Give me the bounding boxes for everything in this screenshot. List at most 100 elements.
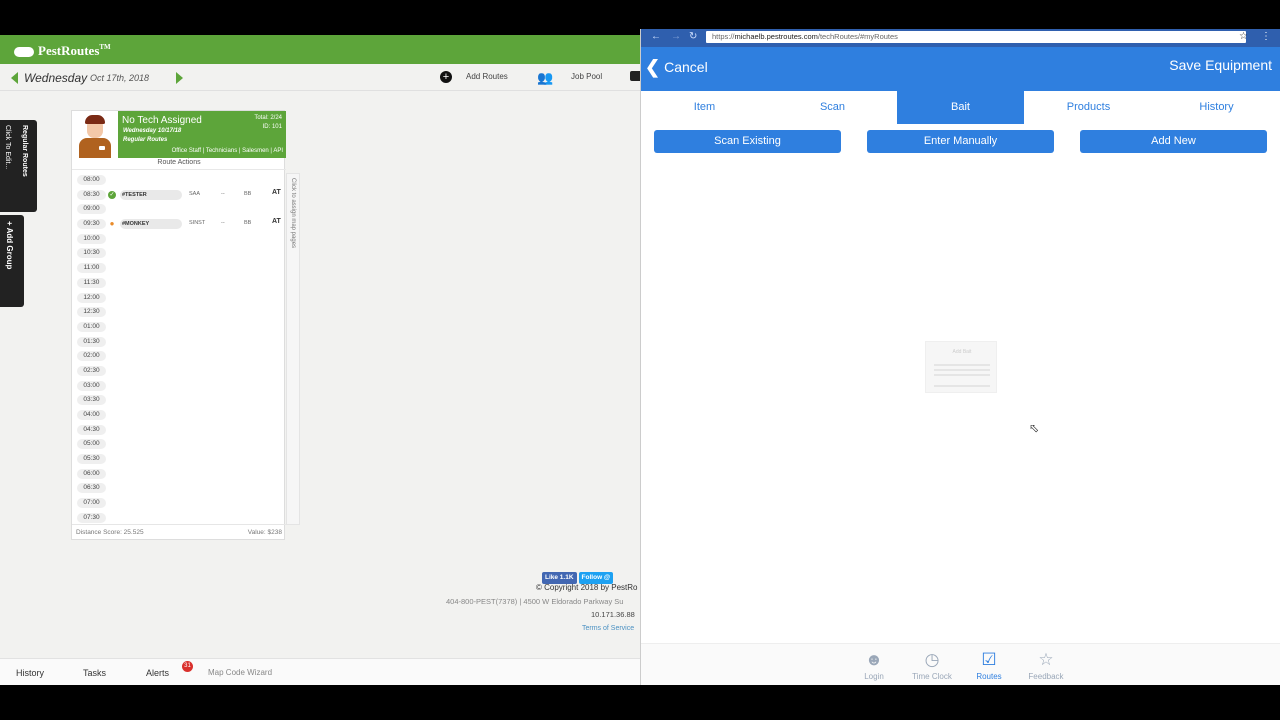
time-slot-label: 05:30: [77, 454, 106, 465]
enter-manually-button[interactable]: Enter Manually: [867, 130, 1054, 153]
brand-name: PestRoutes: [38, 43, 100, 58]
click-to-edit-label: Click To Edit...: [4, 125, 11, 170]
map-code-wizard-nav-item[interactable]: Map Code Wizard: [208, 668, 272, 677]
add-group-tab[interactable]: + Add Group: [0, 215, 24, 307]
route-actions-button[interactable]: Route Actions: [72, 159, 286, 170]
routes-tab[interactable]: ☑ Routes: [964, 650, 1014, 681]
appointment-code: SAA: [189, 190, 201, 197]
route-id: ID: 101: [262, 124, 282, 130]
appointment-customer[interactable]: #TESTER: [120, 189, 182, 200]
time-slot-label: 02:30: [77, 365, 106, 376]
trademark: TM: [99, 43, 111, 51]
feedback-tab[interactable]: ☆ Feedback: [1021, 650, 1071, 681]
tab-products[interactable]: Products: [1025, 91, 1152, 124]
terms-link[interactable]: Terms of Service: [582, 625, 634, 632]
time-slot-label: 07:30: [77, 512, 106, 523]
time-slot-row[interactable]: 01:00: [75, 320, 283, 335]
time-slot-label: 04:00: [77, 410, 106, 420]
social-buttons: Like 1.1K Follow @: [542, 566, 615, 584]
add-new-button[interactable]: Add New: [1080, 130, 1267, 153]
time-slot-row[interactable]: 10:00: [75, 232, 283, 247]
bottom-nav: History Tasks Alerts 31 Map Code Wizard: [0, 658, 640, 685]
save-equipment-button[interactable]: Save Equipment: [1169, 57, 1272, 73]
time-slot-label: 10:30: [77, 248, 106, 259]
truck-icon[interactable]: [630, 71, 640, 81]
group-people-icon[interactable]: 👥: [537, 70, 553, 86]
next-day-arrow-icon[interactable]: [176, 72, 183, 84]
app-header: ❮ Cancel Save Equipment: [641, 47, 1280, 91]
previous-day-arrow-icon[interactable]: [11, 72, 18, 84]
time-slot-list: 08:00 08:30 ✓ #TESTER SAA -- BB AT 09:00 09:30 ● #M…: [75, 173, 283, 526]
time-slot-row[interactable]: 12:00: [75, 291, 283, 306]
back-arrow-icon[interactable]: ←: [651, 31, 661, 42]
alerts-nav-item[interactable]: Alerts: [146, 668, 169, 678]
add-group-label: + Add Group: [5, 221, 14, 270]
time-clock-tab[interactable]: ◷ Time Clock: [907, 650, 957, 681]
distance-score: Distance Score: 25.525: [76, 529, 144, 536]
time-slot-row[interactable]: 04:00: [75, 408, 283, 423]
time-slot-row[interactable]: 02:00: [75, 349, 283, 364]
time-slot-row[interactable]: 07:00: [75, 496, 283, 511]
route-value: Value: $238: [247, 529, 282, 536]
time-slot-row[interactable]: 12:30: [75, 305, 283, 320]
appointment-customer[interactable]: #MONKEY: [120, 219, 182, 230]
tech-name: No Tech Assigned: [122, 115, 202, 126]
time-slot-label: 01:30: [77, 336, 106, 347]
tab-scan[interactable]: Scan: [769, 91, 896, 124]
fading-dialog: Add Bait: [925, 341, 997, 393]
time-slot-row[interactable]: 09:30 ● #MONKEY SINST -- BB AT: [75, 217, 283, 232]
time-slot-row[interactable]: 06:00: [75, 467, 283, 482]
route-card-header[interactable]: No Tech Assigned Wednesday 10/17/18 Regu…: [72, 111, 286, 158]
clock-icon: ◷: [924, 650, 940, 669]
cancel-button[interactable]: ❮ Cancel: [645, 57, 708, 78]
bookmark-star-icon[interactable]: ☆: [1239, 31, 1248, 42]
appointment-type: BB: [244, 220, 252, 227]
appointment-dash: --: [221, 190, 225, 197]
plus-circle-icon[interactable]: +: [440, 71, 452, 83]
job-pool-button[interactable]: Job Pool: [571, 72, 602, 81]
map-assign-handle[interactable]: Click to assign map pages: [286, 173, 300, 525]
time-slot-row[interactable]: 05:00: [75, 437, 283, 452]
time-slot-row[interactable]: 03:30: [75, 393, 283, 408]
mobile-tab-bar: ☻ Login ◷ Time Clock ☑ Routes ☆ Feedback: [641, 643, 1280, 685]
time-slot-label: 11:00: [77, 263, 106, 274]
time-slot-row[interactable]: 09:00: [75, 202, 283, 217]
time-slot-label: 04:30: [77, 424, 106, 435]
tasks-nav-item[interactable]: Tasks: [83, 668, 106, 678]
forward-arrow-icon[interactable]: →: [671, 31, 681, 42]
time-slot-row[interactable]: 05:30: [75, 452, 283, 467]
time-slot-row[interactable]: 04:30: [75, 423, 283, 438]
time-slot-row[interactable]: 03:00: [75, 379, 283, 394]
feedback-tab-label: Feedback: [1028, 672, 1064, 681]
pestroutes-logo[interactable]: PestRoutesTM: [14, 43, 111, 59]
history-nav-item[interactable]: History: [16, 668, 44, 678]
tab-item[interactable]: Item: [641, 91, 768, 124]
tab-history[interactable]: History: [1153, 91, 1280, 124]
time-slot-row[interactable]: 06:30: [75, 481, 283, 496]
reload-icon[interactable]: ↻: [689, 31, 697, 42]
time-slot-row[interactable]: 01:30: [75, 335, 283, 350]
login-tab[interactable]: ☻ Login: [849, 650, 899, 681]
time-slot-row[interactable]: 02:30: [75, 364, 283, 379]
time-slot-row[interactable]: 08:00: [75, 173, 283, 188]
time-slot-row[interactable]: 11:00: [75, 261, 283, 276]
time-slot-label: 03:00: [77, 380, 106, 391]
time-slot-row[interactable]: 08:30 ✓ #TESTER SAA -- BB AT: [75, 188, 283, 203]
add-routes-button[interactable]: Add Routes: [466, 72, 508, 81]
map-pin-icon: ●: [109, 219, 115, 229]
time-slot-label: 09:30: [77, 219, 106, 230]
time-slot-label: 09:00: [77, 204, 106, 215]
scan-existing-button[interactable]: Scan Existing: [654, 130, 841, 153]
appointment-type: BB: [244, 190, 252, 197]
time-slot-label: 05:00: [77, 439, 106, 450]
avatar: [72, 111, 118, 158]
date-bar: Wednesday Oct 17th, 2018 + Add Routes 👥 …: [0, 64, 640, 91]
clipboard-check-icon: ☑: [981, 650, 997, 669]
tab-bait[interactable]: Bait: [897, 91, 1024, 124]
time-slot-row[interactable]: 11:30: [75, 276, 283, 291]
regular-routes-tab[interactable]: Regular Routes Click To Edit...: [0, 120, 37, 212]
menu-kebab-icon[interactable]: ⋮: [1261, 31, 1271, 42]
address-bar[interactable]: https://michaelb.pestroutes.com/techRout…: [706, 31, 1246, 43]
time-slot-row[interactable]: 10:30: [75, 246, 283, 261]
top-bar: PestRoutesTM: [0, 35, 640, 64]
